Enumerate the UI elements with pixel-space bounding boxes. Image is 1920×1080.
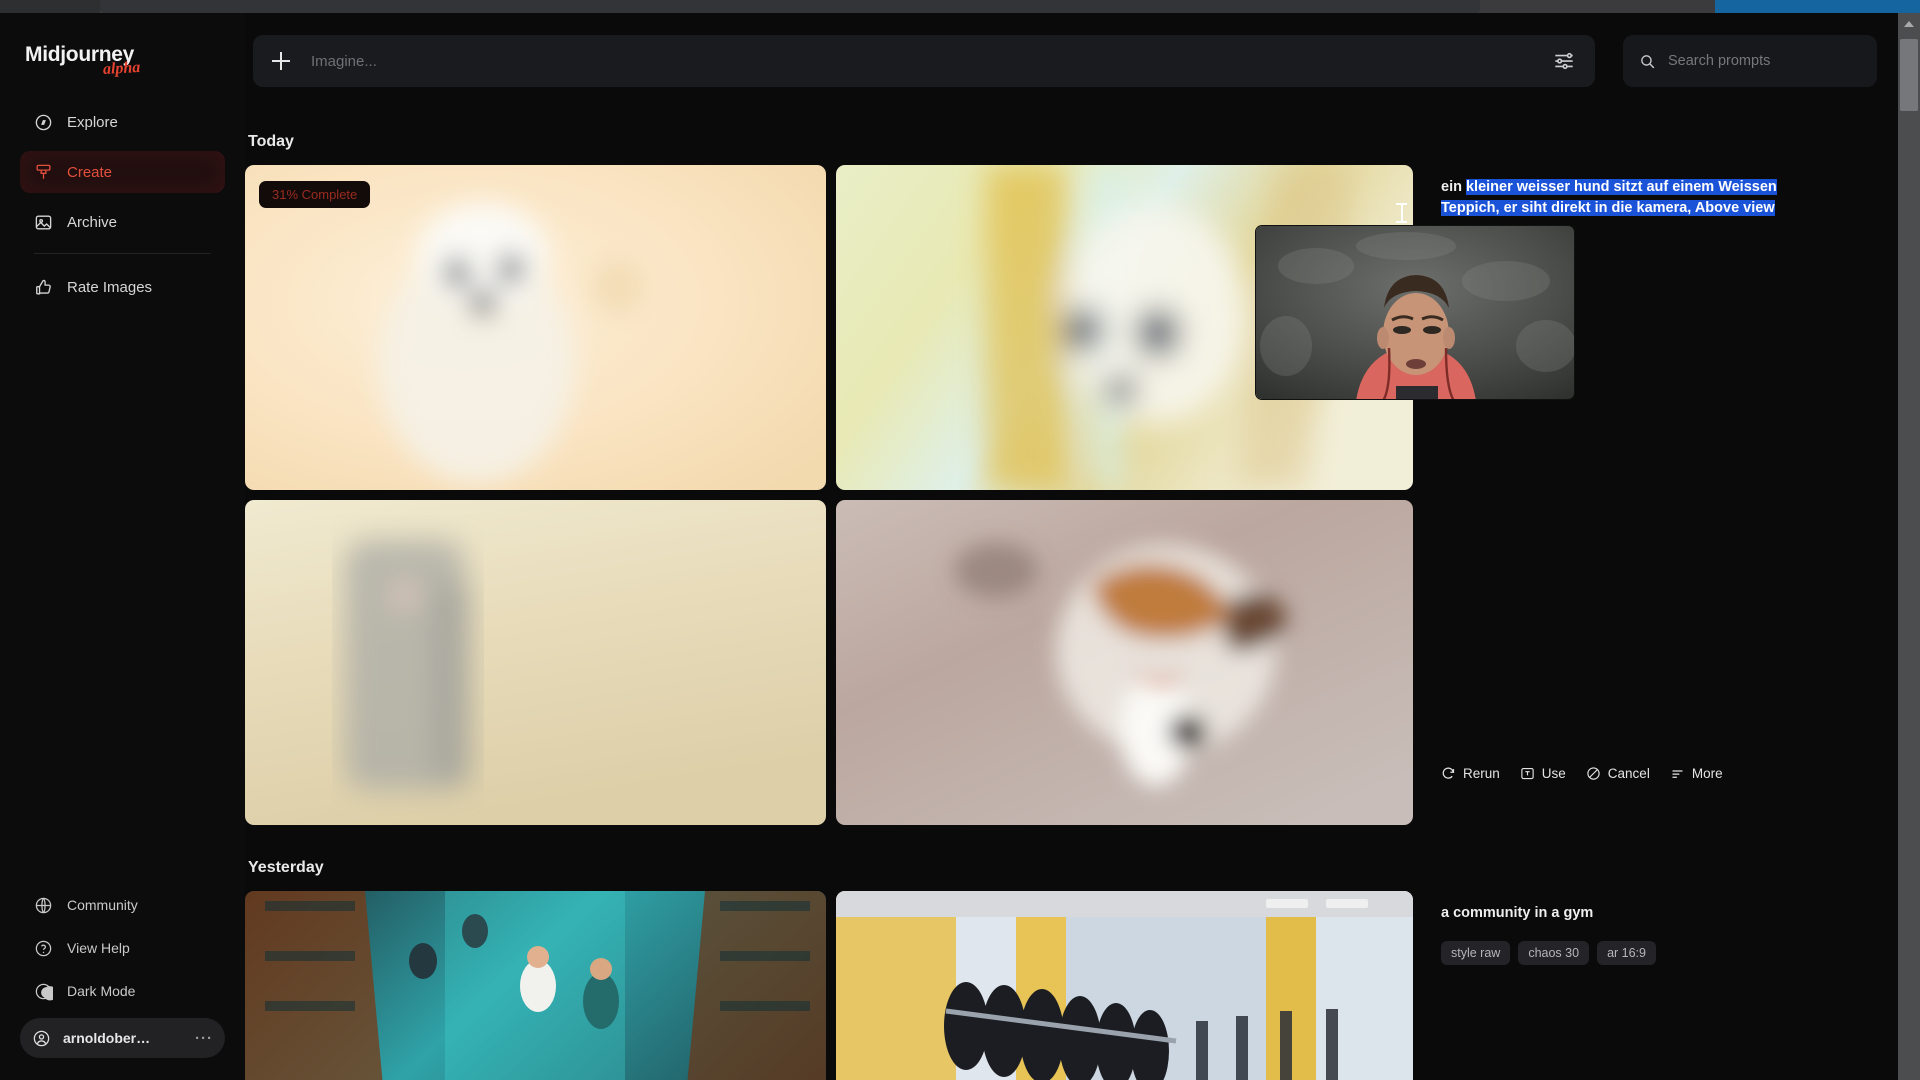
- image-grid-yesterday: [245, 891, 1413, 1080]
- no-entry-icon: [1586, 766, 1601, 781]
- generated-image-tile[interactable]: 31% Complete: [245, 165, 826, 490]
- chevron-up-icon: [1904, 21, 1914, 27]
- plus-icon[interactable]: [271, 51, 291, 71]
- job-row-today: 31% Complete ein kleiner weisser hund si…: [245, 165, 1898, 825]
- generated-image-tile[interactable]: [836, 891, 1413, 1080]
- sliders-icon[interactable]: [1551, 48, 1577, 74]
- brand-alpha-tag: alpha: [102, 59, 141, 78]
- browser-tab-strip[interactable]: [100, 0, 1480, 13]
- sidebar: Midjourney alpha Explore Create Archive …: [0, 13, 245, 1080]
- job-meta-yesterday: a community in a gym style raw chaos 30 …: [1423, 891, 1843, 965]
- image-gym-runners: [245, 891, 826, 1080]
- browser-chrome-highlight: [1715, 0, 1920, 13]
- rerun-button[interactable]: Rerun: [1441, 766, 1500, 781]
- sidebar-item-label: Create: [67, 163, 113, 181]
- sidebar-item-create[interactable]: Create: [20, 151, 225, 193]
- sidebar-nav: Explore Create Archive Rate Images: [20, 101, 225, 316]
- brush-icon: [34, 163, 53, 182]
- user-circle-icon: [32, 1029, 51, 1048]
- sidebar-item-archive[interactable]: Archive: [20, 201, 225, 243]
- imagine-bar[interactable]: [253, 35, 1595, 87]
- action-label: Rerun: [1463, 766, 1500, 781]
- image-white-dog-cream: [245, 165, 826, 490]
- search-bar[interactable]: [1623, 35, 1877, 87]
- tag-style-raw[interactable]: style raw: [1441, 941, 1511, 965]
- action-label: Cancel: [1607, 766, 1650, 781]
- page-scrollbar[interactable]: [1898, 13, 1920, 1080]
- image-jack-russell-dog: [836, 500, 1413, 825]
- moon-icon: [34, 982, 58, 1001]
- brand-logo[interactable]: Midjourney alpha: [25, 43, 141, 78]
- sidebar-item-label: Rate Images: [67, 278, 153, 296]
- prompt-prefix: ein: [1441, 179, 1466, 195]
- scrollbar-up-button[interactable]: [1898, 13, 1920, 35]
- action-label: More: [1691, 766, 1723, 781]
- sidebar-divider: [34, 253, 211, 254]
- prompt-selected-text: kleiner weisser hund sitzt auf einem Wei…: [1441, 179, 1777, 216]
- action-label: Use: [1541, 766, 1566, 781]
- sidebar-item-view-help[interactable]: View Help: [20, 929, 225, 967]
- generated-image-tile[interactable]: [836, 500, 1413, 825]
- content-area: Today 31% Complete ein kleiner weisser h…: [245, 109, 1898, 1080]
- image-gym-barbells: [836, 891, 1413, 1080]
- tag-aspect-ratio[interactable]: ar 16:9: [1597, 941, 1656, 965]
- user-account-chip[interactable]: arnoldober… ···: [20, 1018, 225, 1058]
- section-heading-yesterday: Yesterday: [248, 859, 324, 876]
- sidebar-item-community[interactable]: Community: [20, 886, 225, 924]
- search-input[interactable]: [1668, 53, 1861, 69]
- tag-chaos[interactable]: chaos 30: [1518, 941, 1590, 965]
- job-row-yesterday: a community in a gym style raw chaos 30 …: [245, 891, 1898, 1080]
- prompt-text[interactable]: ein kleiner weisser hund sitzt auf einem…: [1441, 177, 1837, 219]
- sidebar-footer: Community View Help Dark Mode arnoldober…: [20, 886, 225, 1058]
- refresh-icon: [1441, 766, 1456, 781]
- list-icon: [1670, 766, 1685, 781]
- sidebar-item-label: View Help: [67, 940, 130, 956]
- sidebar-item-explore[interactable]: Explore: [20, 101, 225, 143]
- image-blurred-object-beige: [245, 500, 826, 825]
- sidebar-item-dark-mode[interactable]: Dark Mode: [20, 972, 225, 1010]
- cancel-button[interactable]: Cancel: [1586, 766, 1650, 781]
- imagine-input[interactable]: [311, 52, 1551, 70]
- image-icon: [34, 213, 53, 232]
- generated-image-tile[interactable]: [245, 891, 826, 1080]
- sidebar-item-label: Explore: [67, 113, 118, 131]
- webcam-video-feed: [1256, 226, 1574, 399]
- search-icon: [1639, 53, 1656, 70]
- prompt-tags: style raw chaos 30 ar 16:9: [1441, 941, 1837, 965]
- sidebar-item-label: Archive: [67, 213, 118, 231]
- scrollbar-thumb[interactable]: [1900, 39, 1918, 111]
- topbar: [245, 13, 1920, 109]
- globe-icon: [34, 896, 53, 915]
- use-button[interactable]: Use: [1520, 766, 1566, 781]
- thumbs-up-icon: [34, 278, 53, 297]
- compass-icon: [34, 113, 53, 132]
- browser-chrome-mid: [1480, 0, 1715, 13]
- browser-chrome-strip: [0, 0, 1920, 13]
- sidebar-item-label: Community: [67, 897, 138, 913]
- sidebar-item-rate-images[interactable]: Rate Images: [20, 266, 225, 308]
- app-window: Midjourney alpha Explore Create Archive …: [0, 13, 1920, 1080]
- text-box-icon: [1520, 766, 1535, 781]
- job-actions: Rerun Use Cancel More: [1441, 766, 1723, 781]
- generated-image-tile[interactable]: [245, 500, 826, 825]
- more-button[interactable]: More: [1670, 766, 1723, 781]
- prompt-text[interactable]: a community in a gym: [1441, 903, 1837, 924]
- progress-badge: 31% Complete: [259, 181, 371, 208]
- browser-chrome-left: [0, 0, 100, 13]
- user-name: arnoldober…: [63, 1030, 151, 1046]
- question-circle-icon: [34, 939, 53, 958]
- section-heading-today: Today: [248, 133, 294, 150]
- user-more-icon[interactable]: ···: [195, 1030, 213, 1047]
- sidebar-item-label: Dark Mode: [67, 983, 136, 999]
- image-grid-today: 31% Complete: [245, 165, 1413, 825]
- webcam-overlay[interactable]: [1255, 225, 1575, 400]
